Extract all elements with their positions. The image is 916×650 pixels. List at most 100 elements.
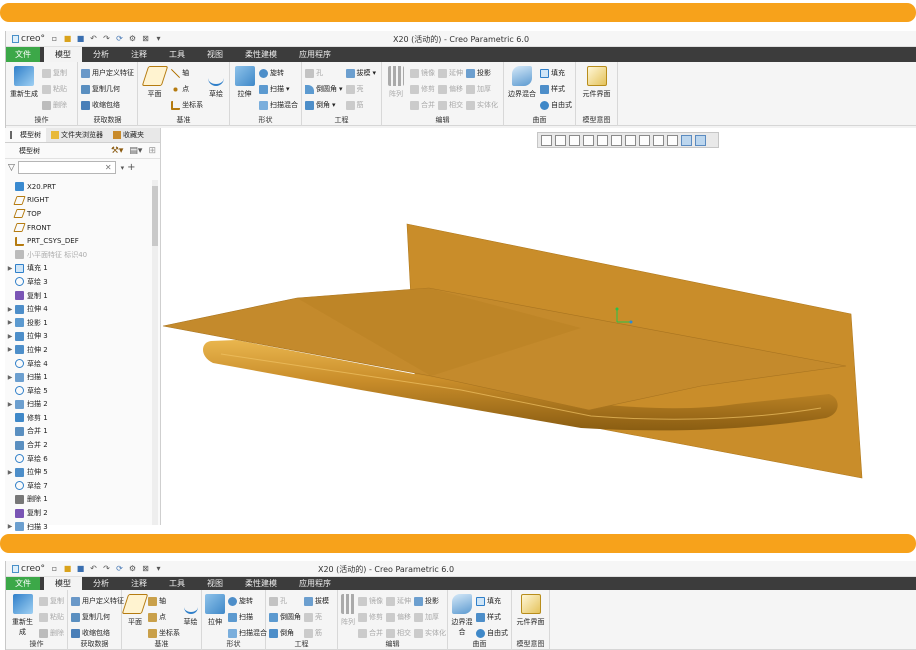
rib-button[interactable]: 筋 [345, 98, 377, 112]
tree-node[interactable]: ▶ 填充 1 [5, 262, 152, 276]
paste-button[interactable]: 粘贴 [42, 82, 67, 96]
sweep-button[interactable]: 扫描 [228, 610, 267, 624]
save-icon[interactable]: ■ [76, 564, 85, 573]
expand-toggle-icon[interactable]: ▶ [5, 346, 15, 353]
csys-button[interactable]: 坐标系 [148, 626, 180, 640]
tree-filter-tool-icon[interactable]: ⊞ [148, 146, 156, 156]
tree-node[interactable]: 草绘 3 [5, 275, 152, 289]
tab-model[interactable]: 模型 [44, 577, 82, 590]
settings-icon[interactable]: ⚙ [128, 34, 137, 43]
tab-favorites[interactable]: 收藏夹 [108, 128, 149, 142]
tree-node[interactable]: 草绘 6 [5, 452, 152, 466]
customize-dropdown-icon[interactable]: ▾ [154, 564, 163, 573]
tab-tools[interactable]: 工具 [158, 577, 196, 590]
sweep-button[interactable]: 扫描 ▾ [259, 82, 298, 96]
tree-scrollbar[interactable] [152, 180, 158, 525]
delete-button[interactable]: 删除 [42, 98, 67, 112]
freestyle-button[interactable]: 自由式 [540, 98, 572, 112]
udf-button[interactable]: 用户定义特征 [71, 594, 124, 608]
redo-icon[interactable]: ↷ [102, 34, 111, 43]
paste-button[interactable]: 粘贴 [39, 610, 64, 624]
axis-button[interactable]: 轴 [171, 66, 203, 80]
tree-node[interactable]: PRT_CSYS_DEF [5, 234, 152, 248]
tree-node[interactable]: ▶ 拉伸 3 [5, 330, 152, 344]
new-file-icon[interactable]: ▫ [50, 564, 59, 573]
draft-button[interactable]: 拔模 [304, 594, 329, 608]
regenerate-icon[interactable]: ⟳ [115, 34, 124, 43]
cad-model[interactable] [161, 128, 916, 525]
tab-model-tree[interactable]: 模型树 [5, 128, 46, 142]
tree-node[interactable]: 删除 1 [5, 493, 152, 507]
trim-button[interactable]: 修剪 [358, 610, 383, 624]
tab-annotate[interactable]: 注释 [120, 47, 158, 62]
round-button[interactable]: 倒圆角 [269, 610, 301, 624]
copy-geometry-button[interactable]: 复制几何 [71, 610, 124, 624]
settings-icon[interactable]: ⚙ [128, 564, 137, 573]
regenerate-icon[interactable]: ⟳ [115, 564, 124, 573]
shrinkwrap-button[interactable]: 收缩包络 [81, 98, 134, 112]
csys-button[interactable]: 坐标系 [171, 98, 203, 112]
tab-annotate[interactable]: 注释 [120, 577, 158, 590]
expand-toggle-icon[interactable]: ▶ [5, 374, 15, 381]
tree-scrollbar-thumb[interactable] [152, 186, 158, 246]
point-button[interactable]: 点 [148, 610, 180, 624]
round-button[interactable]: 倒圆角 ▾ [305, 82, 343, 96]
tab-view[interactable]: 视图 [196, 577, 234, 590]
tree-node[interactable]: 草绘 5 [5, 384, 152, 398]
tree-node[interactable]: FRONT [5, 221, 152, 235]
tab-analysis[interactable]: 分析 [82, 577, 120, 590]
save-icon[interactable]: ■ [76, 34, 85, 43]
clear-search-icon[interactable]: ✕ [105, 163, 112, 172]
tree-show-icon[interactable]: ▤▾ [129, 146, 142, 156]
tree-settings-icon[interactable]: ⚒▾ [111, 146, 124, 156]
expand-toggle-icon[interactable]: ▶ [5, 401, 15, 408]
fill-button[interactable]: 填充 [540, 66, 572, 80]
expand-toggle-icon[interactable]: ▶ [5, 265, 15, 272]
draft-button[interactable]: 拔模 ▾ [345, 66, 376, 80]
open-folder-icon[interactable]: ■ [63, 34, 72, 43]
extend-button[interactable]: 延伸 [438, 66, 463, 80]
tree-node[interactable]: RIGHT [5, 194, 152, 208]
copy-button[interactable]: 复制 [39, 594, 64, 608]
undo-icon[interactable]: ↶ [89, 34, 98, 43]
offset-button[interactable]: 偏移 [438, 82, 463, 96]
graphics-area[interactable] [161, 128, 916, 525]
tree-node[interactable]: 复制 1 [5, 289, 152, 303]
tree-node[interactable]: ▶ 扫描 2 [5, 398, 152, 412]
freestyle-button[interactable]: 自由式 [476, 626, 508, 640]
tree-node[interactable]: ▶ 拉伸 5 [5, 465, 152, 479]
customize-dropdown-icon[interactable]: ▾ [154, 34, 163, 43]
project-button[interactable]: 投影 [414, 594, 446, 608]
thicken-button[interactable]: 加厚 [414, 610, 446, 624]
tab-flexible-modeling[interactable]: 柔性建模 [234, 47, 288, 62]
filter-icon[interactable]: ▽ [8, 163, 15, 173]
extend-button[interactable]: 延伸 [386, 594, 411, 608]
trim-button[interactable]: 修剪 [410, 82, 435, 96]
mirror-button[interactable]: 镜像 [410, 66, 435, 80]
tab-folder-browser[interactable]: 文件夹浏览器 [46, 128, 108, 142]
tab-view[interactable]: 视图 [196, 47, 234, 62]
tab-file[interactable]: 文件 [6, 47, 40, 62]
mirror-button[interactable]: 镜像 [358, 594, 383, 608]
chamfer-button[interactable]: 倒角 [269, 626, 301, 640]
intersect-button[interactable]: 相交 [438, 98, 463, 112]
chamfer-button[interactable]: 倒角 ▾ [305, 98, 343, 112]
solidify-button[interactable]: 实体化 [414, 626, 446, 640]
tree-node[interactable]: TOP [5, 207, 152, 221]
tree-node[interactable]: X20.PRT [5, 180, 152, 194]
add-column-icon[interactable]: + [127, 162, 135, 173]
merge-button[interactable]: 合并 [358, 626, 383, 640]
copy-button[interactable]: 复制 [42, 66, 67, 80]
tab-applications[interactable]: 应用程序 [288, 577, 342, 590]
expand-toggle-icon[interactable]: ▶ [5, 523, 15, 530]
undo-icon[interactable]: ↶ [89, 564, 98, 573]
tree-node[interactable]: 合并 2 [5, 438, 152, 452]
offset-button[interactable]: 偏移 [386, 610, 411, 624]
new-file-icon[interactable]: ▫ [50, 34, 59, 43]
tab-analysis[interactable]: 分析 [82, 47, 120, 62]
fill-button[interactable]: 填充 [476, 594, 508, 608]
rib-button[interactable]: 筋 [304, 626, 329, 640]
expand-toggle-icon[interactable]: ▶ [5, 469, 15, 476]
udf-button[interactable]: 用户定义特征 [81, 66, 134, 80]
tree-node[interactable]: ▶ 拉伸 4 [5, 302, 152, 316]
